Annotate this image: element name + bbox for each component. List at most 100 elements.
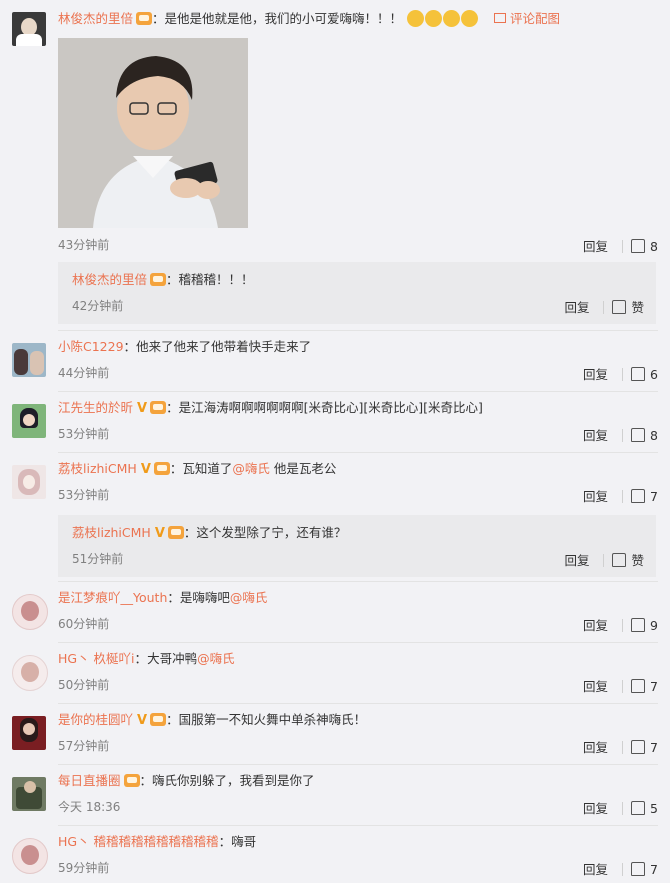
comment-line: 小陈C1229：他来了他来了他带着快手走来了 <box>58 339 312 354</box>
divider <box>58 452 658 453</box>
like-button[interactable]: 7 <box>631 679 658 694</box>
thumb-up-icon <box>631 367 646 381</box>
avatar[interactable] <box>12 655 48 691</box>
v-badge-icon: V <box>137 401 148 416</box>
avatar[interactable] <box>12 404 46 438</box>
like-count: 7 <box>650 489 658 504</box>
divider <box>58 764 658 765</box>
comment-item: HG丶 杦梴吖i：大哥冲鸭@嗨氏 50分钟前 回复 7 <box>0 647 670 707</box>
reply-button[interactable]: 回复 <box>583 801 608 816</box>
sub-reply: 林俊杰的里倍 ：稽稽稽！！！ 42分钟前 回复 赞 <box>58 262 656 324</box>
reply-button[interactable]: 回复 <box>564 553 589 568</box>
avatar[interactable] <box>12 12 46 46</box>
reply-button[interactable]: 回复 <box>583 367 608 382</box>
thumb-up-icon <box>631 239 646 253</box>
avatar[interactable] <box>12 594 48 630</box>
divider <box>58 642 658 643</box>
comment-actions: 回复 7 <box>583 676 658 695</box>
username[interactable]: 荔枝lizhiCMH <box>58 461 137 476</box>
like-label: 赞 <box>631 553 644 568</box>
username[interactable]: 是你的桂圆吖 <box>58 712 133 727</box>
avatar[interactable] <box>12 777 46 811</box>
photo-illustration <box>58 38 248 228</box>
comment-item: 林俊杰的里倍 ：是他是他就是他，我们的小可爱嗨嗨！！！ 评论配图 43分钟前 回复… <box>0 0 670 260</box>
username[interactable]: 是江梦痕吖__Youth <box>58 590 167 605</box>
comment-text: 他来了他来了他带着快手走来了 <box>136 339 312 354</box>
like-button[interactable]: 8 <box>631 428 658 443</box>
comment-actions: 回复 8 <box>583 425 658 444</box>
avatar[interactable] <box>12 343 46 377</box>
like-button[interactable]: 7 <box>631 740 658 755</box>
reply-button[interactable]: 回复 <box>583 679 608 694</box>
thumb-up-icon <box>612 300 627 314</box>
comment-line: HG丶 稽稽稽稽稽稽稽稽稽稽：嗨哥 <box>58 834 257 849</box>
reply-button[interactable]: 回复 <box>564 300 589 315</box>
comment-text: 是江海涛啊啊啊啊啊啊[米奇比心][米奇比心][米奇比心] <box>178 400 483 415</box>
thumb-up-icon <box>612 553 627 567</box>
username[interactable]: 林俊杰的里倍 <box>58 11 133 26</box>
username[interactable]: 每日直播圈 <box>58 773 121 788</box>
username[interactable]: 小陈C1229 <box>58 339 124 354</box>
username[interactable]: HG丶 杦梴吖i <box>58 651 135 666</box>
mention-link[interactable]: @嗨氏 <box>197 651 235 666</box>
reply-button[interactable]: 回复 <box>583 239 608 254</box>
comment-actions: 回复 5 <box>583 798 658 817</box>
like-button[interactable]: 赞 <box>612 553 644 568</box>
username[interactable]: 林俊杰的里倍 <box>72 272 147 287</box>
avatar[interactable] <box>12 716 46 750</box>
divider <box>622 368 624 381</box>
mention-link[interactable]: @嗨氏 <box>232 461 270 476</box>
comment-time: 50分钟前 <box>58 678 110 692</box>
comment-line: 林俊杰的里倍 ：是他是他就是他，我们的小可爱嗨嗨！！！ 评论配图 <box>58 10 561 27</box>
like-button[interactable]: 6 <box>631 367 658 382</box>
divider <box>58 581 658 582</box>
like-button[interactable]: 7 <box>631 489 658 504</box>
emoji-icon <box>443 10 461 27</box>
comment-time: 44分钟前 <box>58 366 110 380</box>
reply-button[interactable]: 回复 <box>583 862 608 877</box>
comment-line: 是江梦痕吖__Youth：是嗨嗨吧@嗨氏 <box>58 590 268 605</box>
like-button[interactable]: 8 <box>631 239 658 254</box>
like-count: 5 <box>650 801 658 816</box>
like-button[interactable]: 赞 <box>612 300 644 315</box>
like-count: 7 <box>650 862 658 877</box>
divider <box>622 240 624 253</box>
crown-badge-icon <box>150 401 167 414</box>
username[interactable]: 江先生的於昕 <box>58 400 133 415</box>
avatar[interactable] <box>12 465 46 499</box>
avatar[interactable] <box>12 838 48 874</box>
comment-picture-link[interactable]: 评论配图 <box>494 11 560 26</box>
reply-button[interactable]: 回复 <box>583 489 608 504</box>
like-label: 赞 <box>631 300 644 315</box>
emoji-icon <box>407 10 425 27</box>
comment-time: 53分钟前 <box>58 488 110 502</box>
thumb-up-icon <box>631 679 646 693</box>
like-button[interactable]: 9 <box>631 618 658 633</box>
comment-text: 瓦知道了 <box>182 461 233 476</box>
reply-button[interactable]: 回复 <box>583 618 608 633</box>
reply-line: 荔枝lizhiCMH V ：这个发型除了宁，还有谁？ <box>72 525 347 541</box>
emoji-icon <box>425 10 443 27</box>
like-button[interactable]: 5 <box>631 801 658 816</box>
thumb-up-icon <box>631 428 646 442</box>
crown-badge-icon <box>153 462 170 475</box>
thumb-up-icon <box>631 740 646 754</box>
reply-button[interactable]: 回复 <box>583 428 608 443</box>
reply-button[interactable]: 回复 <box>583 740 608 755</box>
like-count: 8 <box>650 428 658 443</box>
divider <box>622 802 624 815</box>
comment-time: 今天 18:36 <box>58 800 121 814</box>
comment-item: 是江梦痕吖__Youth：是嗨嗨吧@嗨氏 60分钟前 回复 9 <box>0 586 670 646</box>
like-count: 7 <box>650 740 658 755</box>
divider <box>603 301 605 314</box>
like-button[interactable]: 7 <box>631 862 658 877</box>
username[interactable]: 荔枝lizhiCMH <box>72 525 151 540</box>
divider <box>58 703 658 704</box>
comment-item: 荔枝lizhiCMH V ：瓦知道了@嗨氏 他是瓦老公 53分钟前 回复 7 <box>0 457 670 517</box>
mention-link[interactable]: @嗨氏 <box>230 590 268 605</box>
username[interactable]: HG丶 稽稽稽稽稽稽稽稽稽稽 <box>58 834 219 849</box>
comment-photo[interactable] <box>58 38 248 228</box>
sub-reply: 荔枝lizhiCMH V ：这个发型除了宁，还有谁？ 51分钟前 回复 赞 <box>58 515 656 577</box>
v-badge-icon: V <box>137 713 148 728</box>
reply-time: 51分钟前 <box>72 552 124 566</box>
